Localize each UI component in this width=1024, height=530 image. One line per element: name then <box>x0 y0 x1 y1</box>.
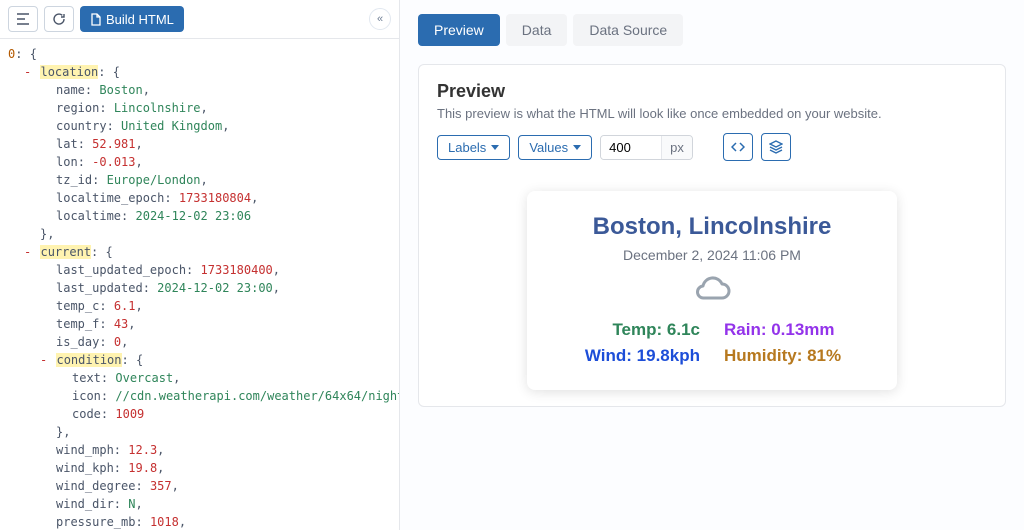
code-view-button[interactable] <box>723 133 753 161</box>
refresh-button[interactable] <box>44 6 74 32</box>
collapse-toggle[interactable]: - <box>40 353 49 367</box>
labels-dropdown-label: Labels <box>448 140 486 155</box>
preview-subtitle: This preview is what the HTML will look … <box>437 106 987 121</box>
tab-data-source[interactable]: Data Source <box>573 14 683 46</box>
collapse-toggle[interactable]: - <box>24 245 33 259</box>
weather-datetime: December 2, 2024 11:06 PM <box>551 247 873 263</box>
chevron-down-icon <box>573 145 581 150</box>
format-button[interactable] <box>8 6 38 32</box>
right-panel: Preview Data Data Source Preview This pr… <box>400 0 1024 530</box>
collapse-toggle[interactable]: - <box>24 65 33 79</box>
build-html-label: Build HTML <box>106 12 174 27</box>
build-html-button[interactable]: Build HTML <box>80 6 184 32</box>
toolbar: Build HTML « <box>0 0 399 39</box>
preview-card: Preview This preview is what the HTML wi… <box>418 64 1006 407</box>
weather-widget: Boston, Lincolnshire December 2, 2024 11… <box>527 191 897 390</box>
preview-title: Preview <box>437 81 987 102</box>
width-input[interactable] <box>601 136 661 159</box>
chevron-left-icon: « <box>377 13 383 25</box>
cloud-icon <box>551 273 873 312</box>
values-dropdown-label: Values <box>529 140 568 155</box>
weather-location: Boston, Lincolnshire <box>551 213 873 241</box>
preview-controls: Labels Values px <box>437 133 987 161</box>
weather-rain: Rain: 0.13mm <box>724 320 873 340</box>
width-unit: px <box>661 136 692 159</box>
json-tree[interactable]: 0: { - location: { name: Boston, region:… <box>0 39 399 530</box>
layers-icon <box>769 140 783 154</box>
align-icon <box>16 13 30 25</box>
labels-dropdown[interactable]: Labels <box>437 135 510 160</box>
width-input-group: px <box>600 135 693 160</box>
weather-temp: Temp: 6.1c <box>551 320 700 340</box>
tab-preview[interactable]: Preview <box>418 14 500 46</box>
values-dropdown[interactable]: Values <box>518 135 592 160</box>
weather-wind: Wind: 19.8kph <box>551 346 700 366</box>
chevron-down-icon <box>491 145 499 150</box>
weather-humidity: Humidity: 81% <box>724 346 873 366</box>
left-panel: Build HTML « 0: { - location: { name: Bo… <box>0 0 400 530</box>
file-icon <box>90 13 101 26</box>
layers-button[interactable] <box>761 133 791 161</box>
refresh-icon <box>52 12 66 26</box>
tab-bar: Preview Data Data Source <box>418 14 1006 46</box>
tab-data[interactable]: Data <box>506 14 568 46</box>
weather-stats: Temp: 6.1c Rain: 0.13mm Wind: 19.8kph Hu… <box>551 320 873 366</box>
code-icon <box>731 141 745 153</box>
collapse-handle[interactable]: « <box>369 8 391 30</box>
